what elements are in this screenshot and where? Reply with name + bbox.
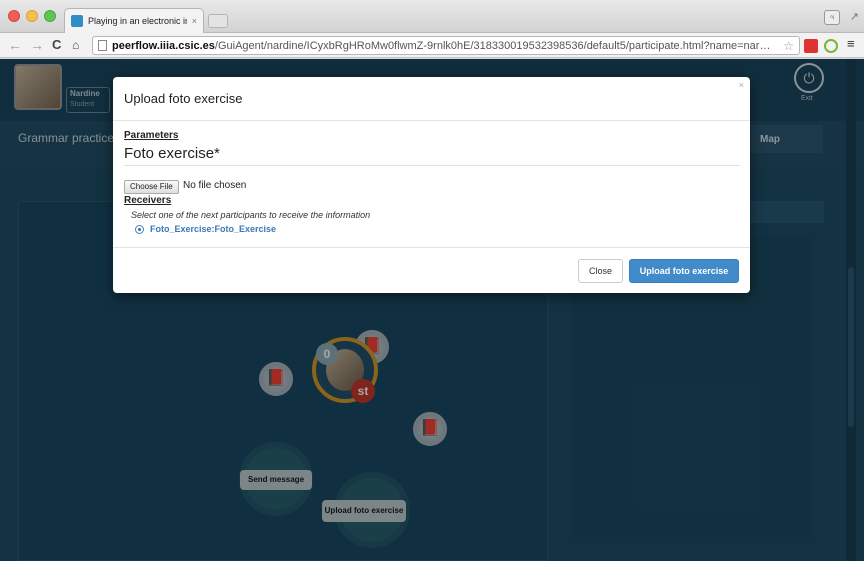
favicon-icon	[71, 15, 83, 27]
browser-tab[interactable]: Playing in an electronic in… ×	[64, 8, 204, 33]
reload-icon[interactable]: C	[52, 36, 61, 54]
participant-option-label[interactable]: Foto_Exercise:Foto_Exercise	[150, 224, 276, 234]
parameters-heading: Parameters	[124, 130, 179, 141]
receivers-heading: Receivers	[124, 195, 172, 206]
url-text[interactable]: peerflow.iiia.csic.es/GuiAgent/nardine/I…	[112, 40, 778, 52]
close-icon[interactable]: ×	[739, 80, 744, 90]
browser-menu-icon[interactable]: ≡	[847, 36, 855, 51]
url-path: /GuiAgent/nardine/ICyxbRgHRoMw0flwmZ-9rn…	[214, 39, 771, 52]
window-maximize-button[interactable]	[44, 10, 56, 22]
tab-title: Playing in an electronic in…	[88, 16, 187, 26]
fullscreen-icon[interactable]: ↗	[850, 10, 859, 23]
upload-dialog: Upload foto exercise × Parameters Foto e…	[113, 77, 750, 293]
bookmark-star-icon[interactable]: ☆	[783, 39, 794, 53]
upload-foto-exercise-button[interactable]: Upload foto exercise	[629, 259, 739, 283]
home-icon[interactable]: ⌂	[72, 36, 79, 54]
file-status-text: No file chosen	[183, 180, 247, 191]
parameter-label: Foto exercise*	[124, 145, 220, 162]
tab-close-icon[interactable]: ×	[192, 16, 197, 26]
extension-icon[interactable]	[804, 39, 818, 53]
profile-icon[interactable]: ♃	[824, 10, 840, 25]
new-tab-button[interactable]	[208, 14, 228, 28]
receivers-help-text: Select one of the next participants to r…	[131, 210, 371, 220]
extension-search-icon[interactable]	[824, 39, 838, 53]
window-minimize-button[interactable]	[26, 10, 38, 22]
back-icon[interactable]: ←	[8, 36, 22, 54]
close-button[interactable]: Close	[578, 259, 623, 283]
browser-toolbar: ← → C ⌂ peerflow.iiia.csic.es/GuiAgent/n…	[0, 33, 864, 58]
dialog-title: Upload foto exercise	[124, 91, 243, 106]
divider	[124, 165, 740, 166]
participant-radio[interactable]	[135, 225, 144, 234]
window-close-button[interactable]	[8, 10, 20, 22]
url-domain: peerflow.iiia.csic.es	[112, 39, 215, 52]
page-icon	[98, 40, 107, 51]
address-bar[interactable]: peerflow.iiia.csic.es/GuiAgent/nardine/I…	[92, 36, 800, 55]
forward-icon[interactable]: →	[30, 36, 44, 54]
dialog-header: Upload foto exercise ×	[113, 77, 750, 121]
dialog-footer-divider	[113, 247, 750, 248]
choose-file-button[interactable]: Choose File	[124, 180, 179, 194]
browser-titlebar: Playing in an electronic in… × ♃ ↗	[0, 0, 864, 33]
